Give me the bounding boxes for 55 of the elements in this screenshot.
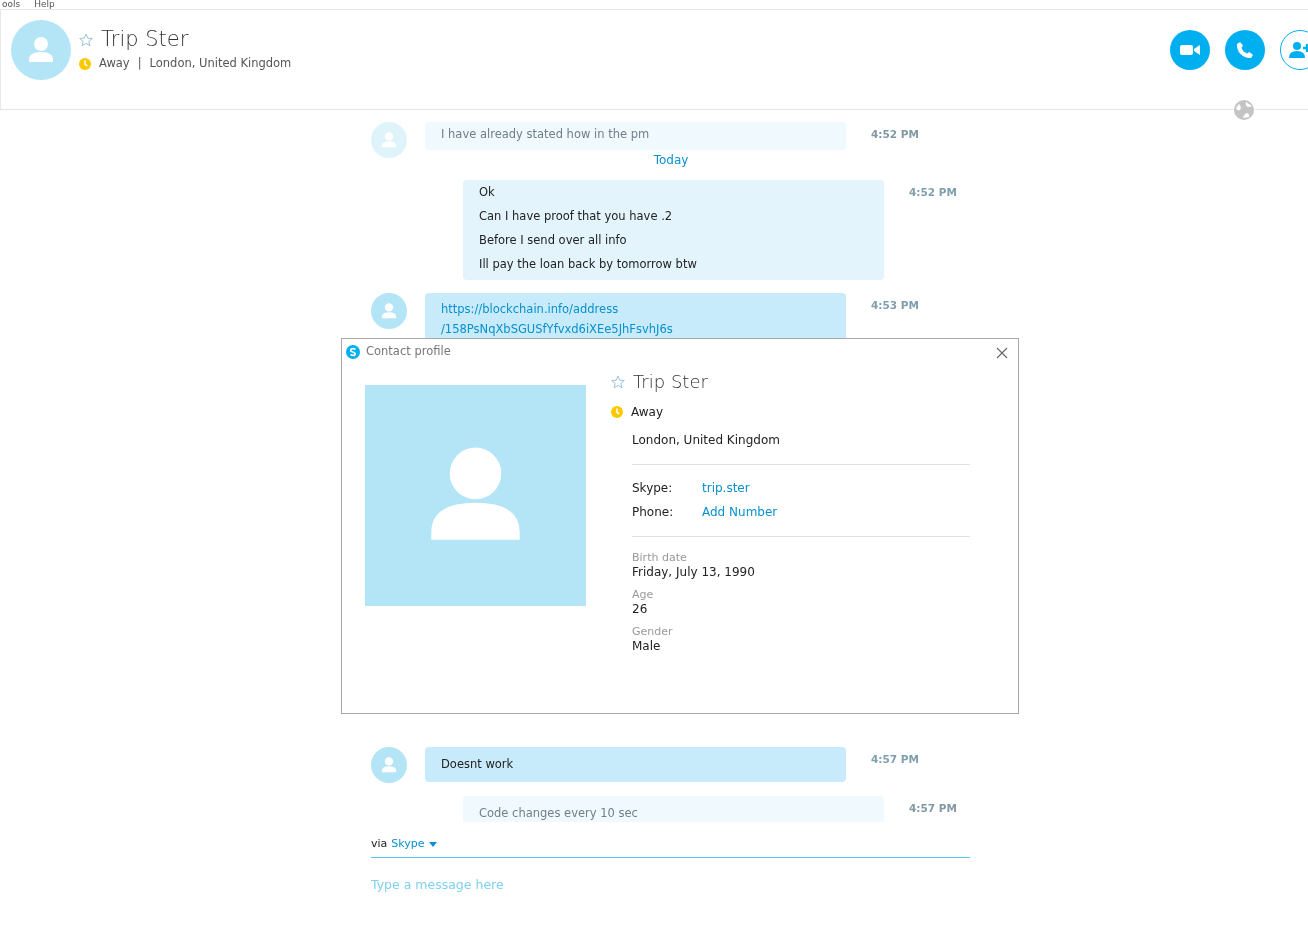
sender-avatar	[371, 293, 407, 329]
message-link[interactable]: https://blockchain.info/address	[441, 299, 830, 319]
video-camera-icon	[1180, 43, 1200, 57]
globe-icon[interactable]	[1233, 99, 1255, 121]
service-dropdown[interactable]: Skype	[391, 836, 437, 853]
field-label: Age	[632, 588, 655, 603]
message-link[interactable]: /158PsNqXbSGUSfYfvxd6iXEe5JhFsvhJ6s	[441, 319, 830, 339]
field-label: Gender	[632, 625, 674, 640]
close-icon	[996, 346, 1008, 359]
star-icon[interactable]	[611, 374, 625, 389]
sender-avatar	[371, 747, 407, 783]
add-person-icon	[1288, 41, 1308, 59]
profile-name: Trip Ster	[633, 370, 708, 395]
message-text: Doesnt work	[441, 756, 515, 773]
message-text: Can I have proof that you have .2	[479, 208, 674, 225]
star-icon[interactable]	[79, 32, 93, 47]
field-label: Birth date	[632, 551, 688, 566]
message-time: 4:57 PM	[871, 752, 919, 767]
field-value: Friday, July 13, 1990	[632, 565, 756, 581]
date-separator: Today	[652, 152, 690, 168]
app-logo-icon	[346, 344, 360, 359]
message-time: 4:52 PM	[871, 127, 919, 142]
field-value: Male	[632, 639, 662, 655]
location-text: London, United Kingdom	[149, 55, 292, 73]
message-text: Code changes every 10 sec	[479, 805, 639, 822]
away-status-icon	[611, 406, 623, 419]
field-label: Phone:	[632, 504, 675, 522]
message-text: Before I send over all info	[479, 232, 628, 249]
caret-icon	[428, 841, 437, 847]
menu-item[interactable]: ools	[2, 0, 21, 9]
field-label: Skype:	[632, 480, 674, 498]
location-text: London, United Kingdom	[632, 432, 781, 450]
call-button[interactable]	[1225, 30, 1265, 70]
field-link[interactable]: trip.ster	[702, 479, 750, 498]
add-contact-button[interactable]	[1280, 30, 1308, 70]
status-text: Away	[99, 55, 130, 73]
dialog-title: Contact profile	[366, 343, 451, 360]
video-call-button[interactable]	[1170, 30, 1210, 70]
phone-icon	[1236, 41, 1254, 59]
status-text: Away	[631, 404, 663, 422]
contact-avatar	[11, 20, 71, 80]
contact-name: Trip Ster	[101, 28, 189, 52]
away-status-icon	[79, 57, 91, 70]
field-value: 26	[632, 602, 649, 618]
sender-avatar	[371, 122, 407, 158]
message-text: Ill pay the loan back by tomorrow btw	[479, 256, 698, 273]
via-label: via	[371, 836, 388, 852]
message-text: I have already stated how in the pm	[441, 126, 651, 143]
message-time: 4:52 PM	[909, 185, 957, 200]
menu-item[interactable]: Help	[34, 0, 55, 9]
separator: |	[137, 55, 142, 73]
message-time: 4:57 PM	[909, 801, 957, 816]
message-text: Ok	[479, 184, 496, 201]
message-time: 4:53 PM	[871, 298, 919, 313]
field-link[interactable]: Add Number	[702, 503, 778, 522]
